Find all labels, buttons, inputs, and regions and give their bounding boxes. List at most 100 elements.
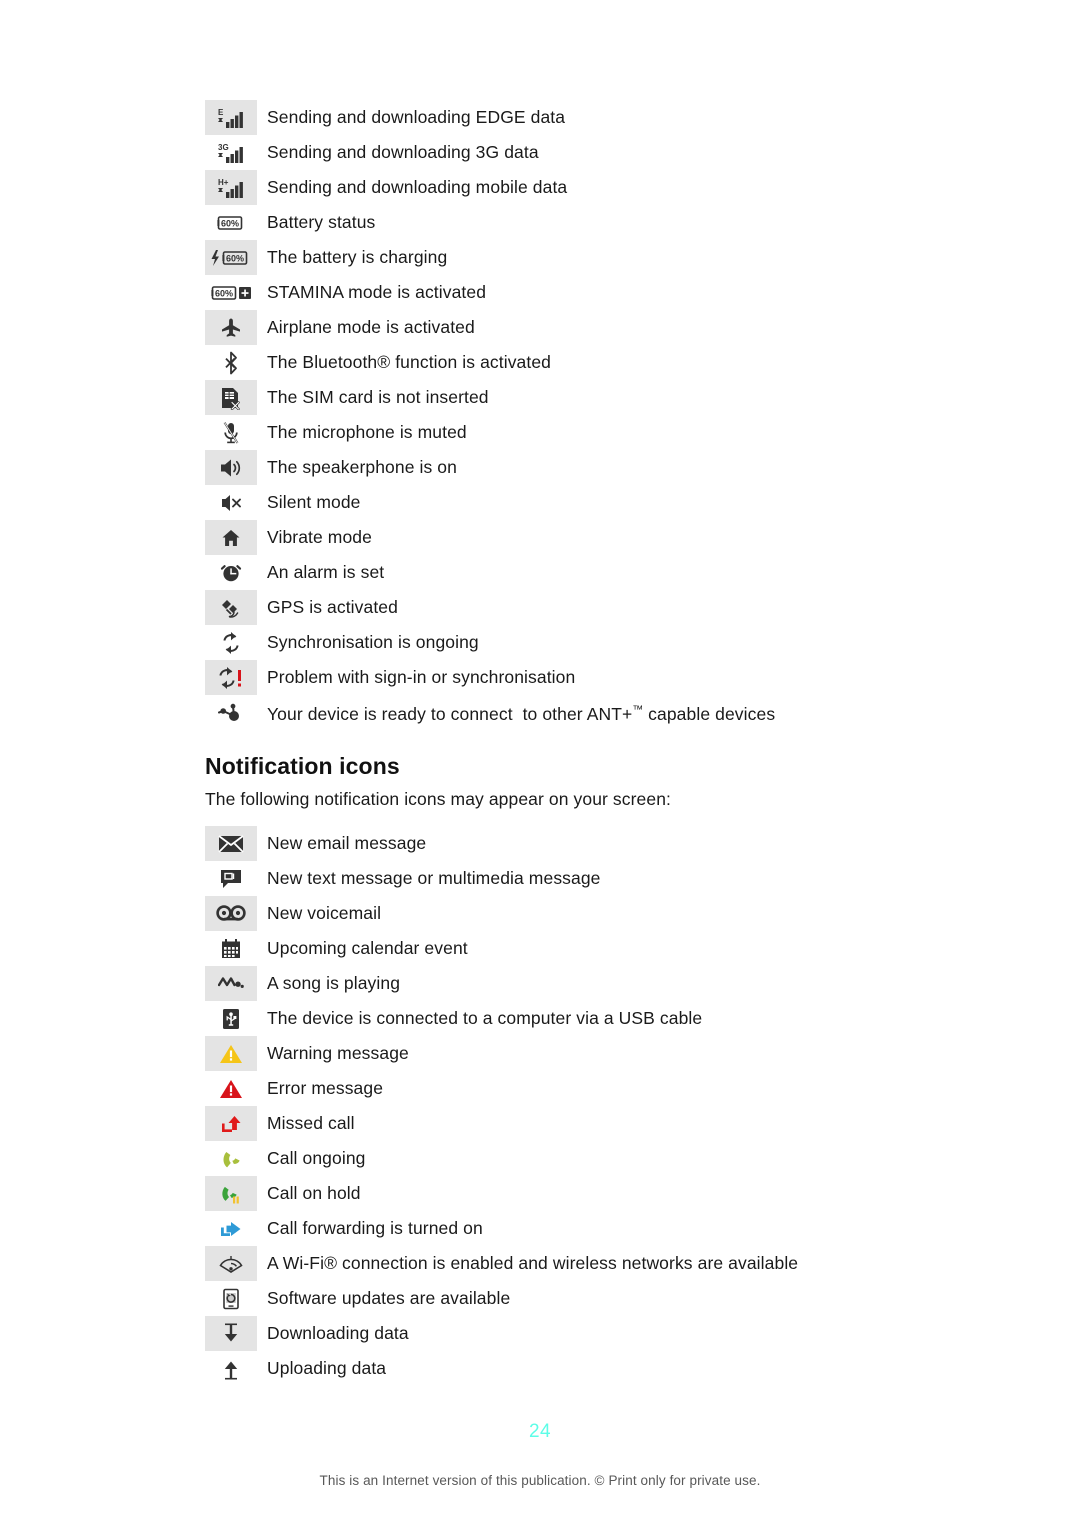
table-row: Uploading data <box>205 1351 1025 1386</box>
status-icon-cell <box>205 380 257 415</box>
usb-connected-icon <box>221 1008 241 1030</box>
status-icon-cell: 60% <box>205 240 257 275</box>
table-row: E Sending and downloading EDGE data <box>205 100 1025 135</box>
gps-activated-icon <box>219 597 243 619</box>
svg-text:60%: 60% <box>215 288 233 298</box>
call-forwarding-icon <box>219 1219 243 1239</box>
notification-icon-cell <box>205 1211 257 1246</box>
ant-plus-icon <box>218 702 244 724</box>
software-update-icon <box>222 1288 240 1310</box>
notification-description: Call forwarding is turned on <box>267 1218 483 1238</box>
warning-icon <box>219 1043 243 1065</box>
svg-text:E: E <box>218 108 224 117</box>
table-row: Error message <box>205 1071 1025 1106</box>
status-icon-cell <box>205 660 257 695</box>
table-row: A Wi-Fi® connection is enabled and wirel… <box>205 1246 1025 1281</box>
table-row: 60% STAMINA mode is activated <box>205 275 1025 310</box>
table-row: The microphone is muted <box>205 415 1025 450</box>
status-icon-cell <box>205 695 257 730</box>
status-icon-cell <box>205 345 257 380</box>
svg-text:H+: H+ <box>218 178 229 187</box>
status-description: Your device is ready to connect to other… <box>267 703 776 724</box>
notification-icon-cell <box>205 1281 257 1316</box>
table-row: 3G Sending and downloading 3G data <box>205 135 1025 170</box>
table-row: Your device is ready to connect to other… <box>205 695 1025 730</box>
table-row: New text message or multimedia message <box>205 861 1025 896</box>
microphone-muted-icon <box>222 421 240 445</box>
table-row: Call forwarding is turned on <box>205 1211 1025 1246</box>
notification-description: Uploading data <box>267 1358 387 1378</box>
notification-description: Software updates are available <box>267 1288 511 1308</box>
edge-data-signal-icon: E <box>218 107 244 129</box>
table-row: GPS is activated <box>205 590 1025 625</box>
table-row: Downloading data <box>205 1316 1025 1351</box>
error-icon <box>219 1078 243 1100</box>
call-on-hold-icon <box>219 1183 243 1205</box>
status-icon-cell: 60% <box>205 275 257 310</box>
notification-icon-cell <box>205 1351 257 1386</box>
status-description: The SIM card is not inserted <box>267 387 489 407</box>
notification-icon-cell <box>205 931 257 966</box>
status-icon-cell <box>205 310 257 345</box>
svg-text:3G: 3G <box>218 143 229 152</box>
table-row: Vibrate mode <box>205 520 1025 555</box>
table-row: 60% The battery is charging <box>205 240 1025 275</box>
svg-text:60%: 60% <box>221 218 239 228</box>
table-row: 60% Battery status <box>205 205 1025 240</box>
notification-description: Missed call <box>267 1113 355 1133</box>
table-row: Software updates are available <box>205 1281 1025 1316</box>
status-icons-table: E Sending and downloading EDGE data 3G S… <box>205 100 1025 730</box>
manual-page: E Sending and downloading EDGE data 3G S… <box>0 0 1080 1527</box>
call-ongoing-icon <box>220 1148 242 1170</box>
silent-mode-icon <box>220 492 242 514</box>
new-text-message-icon <box>219 868 243 890</box>
table-row: H+ Sending and downloading mobile data <box>205 170 1025 205</box>
notification-icons-body: New email message New text message or mu… <box>205 826 1025 1386</box>
notification-description: Warning message <box>267 1043 409 1063</box>
notification-description: Upcoming calendar event <box>267 938 468 958</box>
table-row: Call on hold <box>205 1176 1025 1211</box>
missed-call-icon <box>219 1113 243 1135</box>
notification-description: A Wi-Fi® connection is enabled and wirel… <box>267 1253 799 1273</box>
notification-description: Call ongoing <box>267 1148 366 1168</box>
notification-description: The device is connected to a computer vi… <box>267 1008 703 1028</box>
notification-icon-cell <box>205 1246 257 1281</box>
mobile-data-signal-icon: H+ <box>218 177 244 199</box>
notification-icon-cell <box>205 1141 257 1176</box>
notification-icon-cell <box>205 1071 257 1106</box>
notification-description: New voicemail <box>267 903 382 923</box>
vibrate-mode-icon <box>220 527 242 549</box>
table-row: An alarm is set <box>205 555 1025 590</box>
music-playing-icon <box>218 975 244 991</box>
table-row: Warning message <box>205 1036 1025 1071</box>
airplane-mode-icon <box>220 317 242 339</box>
status-description: Sending and downloading mobile data <box>267 177 568 197</box>
table-row: The Bluetooth® function is activated <box>205 345 1025 380</box>
uploading-data-icon <box>221 1358 241 1380</box>
battery-status-icon: 60% <box>216 212 246 234</box>
status-description: The battery is charging <box>267 247 448 267</box>
svg-text:60%: 60% <box>226 253 244 263</box>
wifi-available-icon <box>219 1254 243 1274</box>
table-row: The device is connected to a computer vi… <box>205 1001 1025 1036</box>
sync-ongoing-icon <box>221 631 241 655</box>
status-description: Problem with sign-in or synchronisation <box>267 667 576 687</box>
bluetooth-icon <box>223 351 239 375</box>
notification-icon-cell <box>205 1316 257 1351</box>
notification-description: Error message <box>267 1078 384 1098</box>
status-icon-cell <box>205 590 257 625</box>
notification-icon-cell <box>205 896 257 931</box>
notification-description: New email message <box>267 833 427 853</box>
new-email-icon <box>218 834 244 854</box>
table-row: Missed call <box>205 1106 1025 1141</box>
status-icons-body: E Sending and downloading EDGE data 3G S… <box>205 100 1025 730</box>
stamina-mode-icon: 60% <box>210 282 252 304</box>
status-description: An alarm is set <box>267 562 385 582</box>
table-row: A song is playing <box>205 966 1025 1001</box>
notification-icon-cell <box>205 826 257 861</box>
battery-charging-icon: 60% <box>210 247 252 269</box>
notification-icon-cell <box>205 861 257 896</box>
table-row: Airplane mode is activated <box>205 310 1025 345</box>
notification-icon-cell <box>205 966 257 1001</box>
footer-copyright-note: This is an Internet version of this publ… <box>319 1473 761 1488</box>
